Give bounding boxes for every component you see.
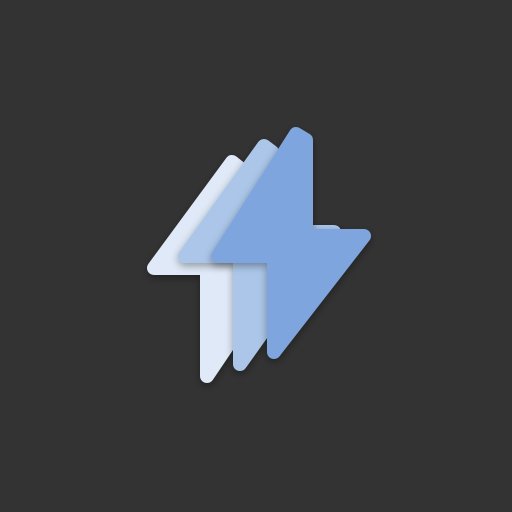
lightning-bolt-stack-icon (147, 127, 371, 383)
app-icon-canvas (0, 0, 512, 512)
